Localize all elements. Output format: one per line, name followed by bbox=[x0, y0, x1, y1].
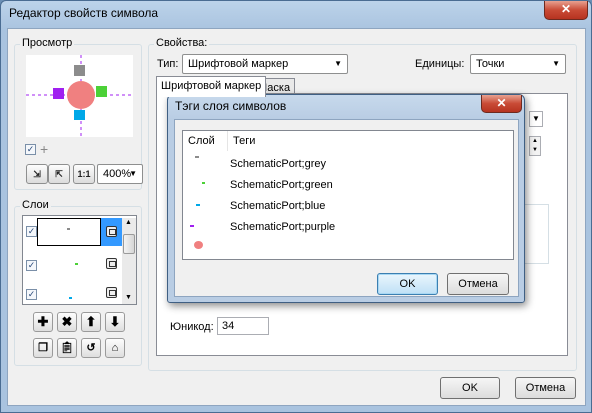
arrow-down-icon: ⬇ bbox=[109, 314, 121, 329]
type-combo[interactable]: Шрифтовой маркер ▼ bbox=[182, 54, 348, 74]
lock-icon bbox=[106, 226, 117, 237]
tag-row-green[interactable]: SchematicPort;green bbox=[230, 179, 333, 191]
preview-grid-checkbox[interactable]: ✓ bbox=[25, 144, 36, 155]
scrollbar-thumb[interactable] bbox=[123, 234, 135, 254]
preview-symbol bbox=[26, 55, 133, 137]
replace-layer-button[interactable]: ↺ bbox=[81, 338, 101, 358]
dialog-cancel-button[interactable]: Отмена bbox=[447, 273, 509, 295]
replace-icon: ↺ bbox=[86, 342, 96, 354]
cancel-button[interactable]: Отмена bbox=[515, 377, 576, 399]
zoom-value: 400% bbox=[103, 168, 132, 180]
arrow-up-icon: ⬆ bbox=[85, 314, 97, 329]
column-header-layer[interactable]: Слой bbox=[183, 131, 228, 151]
remove-layer-button[interactable]: ✖ bbox=[57, 312, 77, 332]
layer-visibility-checkbox[interactable]: ✓ bbox=[26, 226, 37, 237]
expand-arrows-icon: ⇱ bbox=[55, 169, 63, 179]
tag-row-grey[interactable]: SchematicPort;grey bbox=[230, 158, 326, 170]
unicode-label: Юникод: bbox=[170, 321, 214, 333]
paste-layer-button[interactable]: 📋︎ bbox=[57, 338, 77, 358]
tag-swatch-purple bbox=[190, 225, 194, 227]
move-layer-up-button[interactable]: ⬆ bbox=[81, 312, 101, 332]
type-value: Шрифтовой маркер bbox=[188, 58, 289, 70]
copy-layer-button[interactable]: ❐ bbox=[33, 338, 53, 358]
lock-icon[interactable] bbox=[106, 287, 117, 298]
tag-row-purple[interactable]: SchematicPort;purple bbox=[230, 221, 335, 233]
units-label: Единицы: bbox=[415, 58, 465, 70]
layer-swatch-blue[interactable] bbox=[69, 297, 72, 299]
tag-icon: ⌂ bbox=[111, 342, 119, 354]
zoom-out-button[interactable]: ⇲ bbox=[26, 164, 48, 184]
chevron-down-icon: ▼ bbox=[552, 59, 560, 68]
tag-row-blue[interactable]: SchematicPort;blue bbox=[230, 200, 325, 212]
spinner-icon[interactable]: ▲ ▼ bbox=[529, 136, 541, 156]
shrink-arrows-icon: ⇲ bbox=[33, 169, 41, 179]
dialog-close-button[interactable]: ✕ bbox=[481, 95, 522, 113]
unicode-input[interactable]: 34 bbox=[217, 317, 269, 335]
zoom-combo[interactable]: 400% ▼ bbox=[97, 164, 143, 184]
column-header-tags[interactable]: Теги bbox=[228, 131, 513, 151]
scroll-down-icon[interactable]: ▼ bbox=[125, 294, 132, 301]
layer-visibility-checkbox[interactable]: ✓ bbox=[26, 260, 37, 271]
layer-tags-button[interactable]: ⌂ bbox=[105, 338, 125, 358]
tag-swatch-green bbox=[202, 182, 205, 184]
preview-canvas bbox=[26, 55, 133, 137]
window-title: Редактор свойств символа bbox=[9, 6, 159, 20]
layer-row-selected[interactable] bbox=[37, 218, 101, 246]
chevron-down-icon: ▼ bbox=[129, 169, 137, 178]
plus-icon: ✚ bbox=[37, 314, 49, 329]
copy-icon: ❐ bbox=[38, 342, 48, 354]
layers-scrollbar[interactable]: ▲ ▼ bbox=[122, 218, 136, 304]
move-layer-down-button[interactable]: ⬇ bbox=[105, 312, 125, 332]
chevron-down-icon: ▼ bbox=[334, 59, 342, 68]
units-value: Точки bbox=[476, 58, 505, 70]
chevron-down-icon[interactable]: ▼ bbox=[529, 111, 543, 127]
window-close-button[interactable]: ✕ bbox=[544, 1, 588, 20]
layer-swatch-grey bbox=[67, 228, 70, 230]
add-layer-button[interactable]: ✚ bbox=[33, 312, 53, 332]
tags-table: Слой Теги SchematicPort;grey SchematicPo… bbox=[182, 130, 514, 260]
lock-icon[interactable] bbox=[106, 258, 117, 269]
dialog-title: Тэги слоя символов bbox=[175, 99, 287, 113]
dialog-ok-button[interactable]: OK bbox=[377, 273, 438, 295]
layer-visibility-checkbox[interactable]: ✓ bbox=[26, 289, 37, 300]
actual-size-button[interactable]: 1:1 bbox=[73, 164, 95, 184]
tag-swatch-circle bbox=[194, 241, 203, 249]
tag-swatch-blue bbox=[196, 204, 200, 206]
delete-icon: ✖ bbox=[61, 314, 73, 329]
layer-lock-cell-selected[interactable] bbox=[101, 218, 123, 246]
crosshair-icon[interactable]: + bbox=[40, 141, 48, 157]
type-label: Тип: bbox=[157, 58, 179, 70]
preview-group-label: Просмотр bbox=[20, 37, 75, 49]
paste-icon: 📋︎ bbox=[60, 342, 74, 354]
scroll-up-icon[interactable]: ▲ bbox=[125, 219, 132, 226]
zoom-in-button[interactable]: ⇱ bbox=[48, 164, 70, 184]
tab-font-marker[interactable]: Шрифтовой маркер bbox=[156, 76, 267, 97]
layer-swatch-green[interactable] bbox=[75, 263, 78, 265]
properties-group-label: Свойства: bbox=[154, 37, 210, 49]
tag-swatch-grey bbox=[195, 156, 199, 158]
units-combo[interactable]: Точки ▼ bbox=[470, 54, 566, 74]
layers-group-label: Слои bbox=[20, 199, 51, 211]
ok-button[interactable]: OK bbox=[440, 377, 500, 399]
layers-list: ✓ ✓ ✓ bbox=[22, 215, 137, 305]
